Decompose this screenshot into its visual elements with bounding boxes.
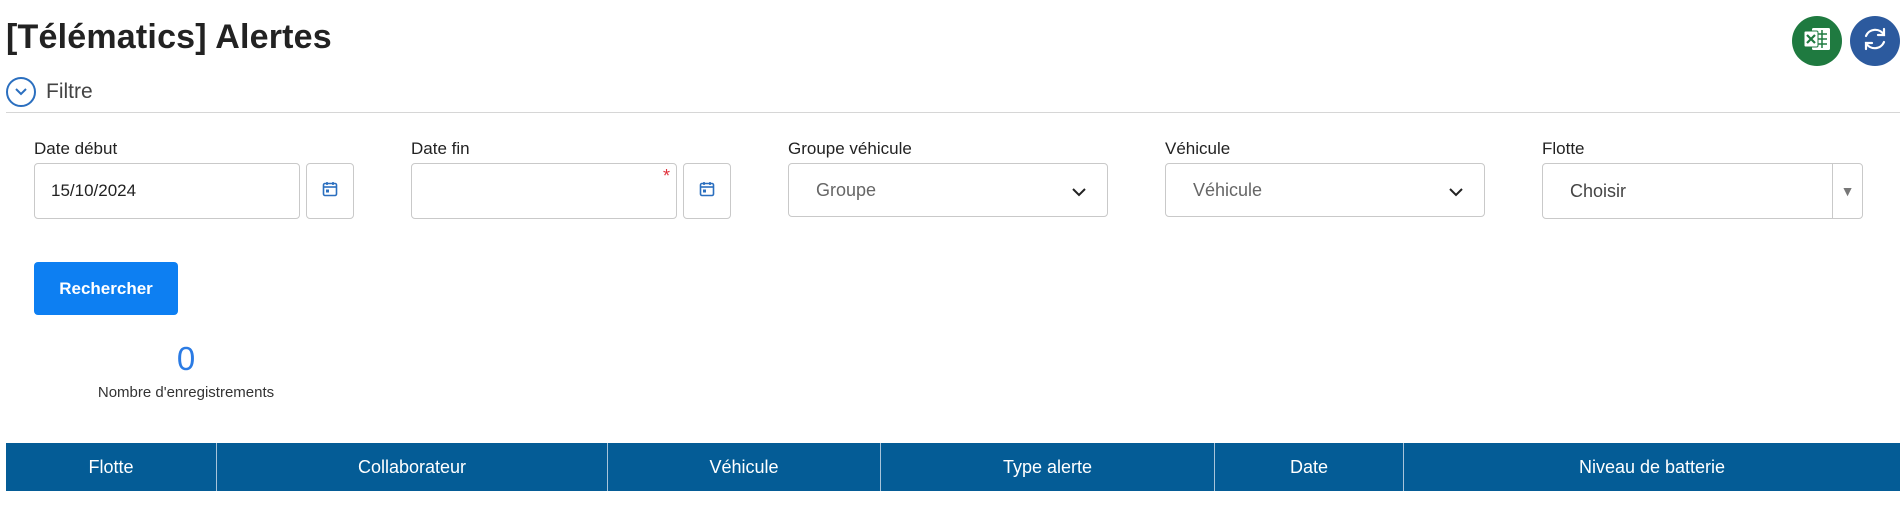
date-fin-input[interactable]: * xyxy=(411,163,677,219)
vehicule-label: Véhicule xyxy=(1165,139,1231,158)
search-button[interactable]: Rechercher xyxy=(34,262,178,315)
calendar-icon xyxy=(699,181,715,202)
date-debut-input[interactable]: 15/10/2024 xyxy=(34,163,300,219)
groupe-vehicule-select[interactable]: Groupe xyxy=(788,163,1108,217)
vehicule-selected: Véhicule xyxy=(1193,179,1263,200)
date-fin-calendar-button[interactable] xyxy=(683,163,731,219)
filter-divider xyxy=(6,112,1900,113)
chevron-down-icon xyxy=(6,77,36,107)
column-header-vehicule[interactable]: Véhicule xyxy=(608,443,881,491)
column-header-date[interactable]: Date xyxy=(1215,443,1404,491)
refresh-icon xyxy=(1860,24,1890,59)
column-header-type-alerte[interactable]: Type alerte xyxy=(881,443,1215,491)
refresh-button[interactable] xyxy=(1850,16,1900,66)
date-debut-label: Date début xyxy=(34,139,118,158)
date-fin-label: Date fin xyxy=(411,139,470,158)
table-header: Flotte Collaborateur Véhicule Type alert… xyxy=(6,443,1900,491)
flotte-label: Flotte xyxy=(1542,139,1585,158)
column-header-flotte[interactable]: Flotte xyxy=(6,443,217,491)
date-debut-value: 15/10/2024 xyxy=(51,181,137,200)
groupe-vehicule-label: Groupe véhicule xyxy=(788,139,912,158)
excel-icon xyxy=(1802,26,1832,57)
top-actions xyxy=(1792,16,1904,68)
calendar-icon xyxy=(322,181,338,202)
date-debut-calendar-button[interactable] xyxy=(306,163,354,219)
flotte-selected: Choisir xyxy=(1570,180,1627,201)
export-excel-button[interactable] xyxy=(1792,16,1842,66)
filter-toggle[interactable]: Filtre xyxy=(6,77,93,107)
column-header-niveau-batterie[interactable]: Niveau de batterie xyxy=(1404,443,1900,491)
page-title: [Télématics] Alertes xyxy=(6,18,332,56)
required-indicator: * xyxy=(662,166,670,186)
flotte-select[interactable]: Choisir ▼ xyxy=(1542,163,1863,219)
vehicule-select[interactable]: Véhicule xyxy=(1165,163,1485,217)
record-count: 0 xyxy=(176,340,196,377)
column-header-collaborateur[interactable]: Collaborateur xyxy=(217,443,608,491)
caret-down-icon: ▼ xyxy=(1832,164,1862,218)
chevron-down-icon xyxy=(1071,182,1087,203)
groupe-vehicule-selected: Groupe xyxy=(816,179,877,200)
record-count-label: Nombre d'enregistrements xyxy=(97,384,275,401)
chevron-down-icon xyxy=(1448,182,1464,203)
filter-label: Filtre xyxy=(46,80,93,103)
